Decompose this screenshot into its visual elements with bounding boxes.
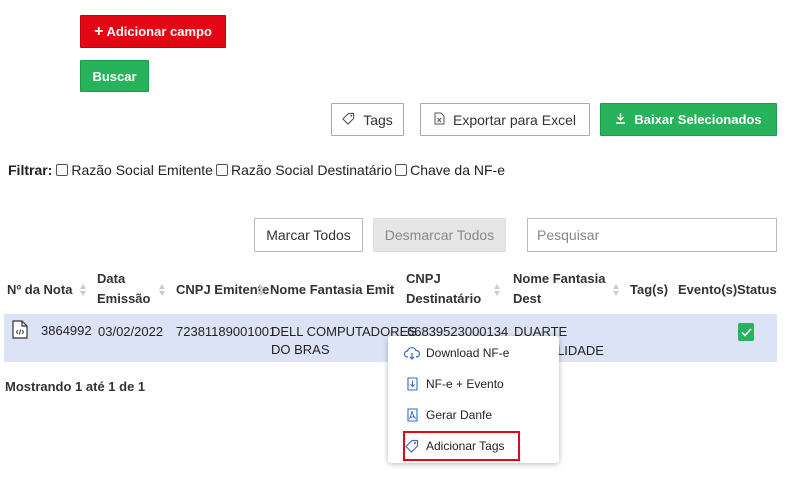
checkbox-razao-destinatario[interactable] xyxy=(215,164,228,176)
header-data-line2[interactable]: Emissão xyxy=(97,288,150,310)
sort-icon[interactable] xyxy=(159,283,166,297)
filter-row: Filtrar: Razão Social Emitente Razão Soc… xyxy=(8,160,507,180)
header-cnpj-dest-line2[interactable]: Destinatário xyxy=(406,288,481,310)
sort-icon[interactable] xyxy=(613,283,620,297)
header-cnpj-dest-line1[interactable]: CNPJ xyxy=(406,268,441,290)
filter-option-label: Razão Social Emitente xyxy=(71,162,213,178)
header-numero[interactable]: Nº da Nota xyxy=(7,279,72,301)
header-nome-dest-line1[interactable]: Nome Fantasia xyxy=(513,268,605,290)
tags-button[interactable]: Tags xyxy=(331,103,404,136)
header-eventos[interactable]: Evento(s) xyxy=(678,279,737,301)
search-button[interactable]: Buscar xyxy=(80,60,149,92)
pdf-icon xyxy=(404,407,420,423)
sort-icon[interactable] xyxy=(494,283,501,297)
cell-nome-dest-line2: LIDADE xyxy=(557,343,604,358)
header-status[interactable]: Status xyxy=(737,279,777,301)
menu-item-label: Download NF-e xyxy=(426,346,510,360)
cell-numero: 3864992 xyxy=(41,323,92,338)
download-selected-button[interactable]: Baixar Selecionados xyxy=(600,103,777,136)
menu-item-label: Adicionar Tags xyxy=(426,439,505,453)
filter-option-label: Chave da NF-e xyxy=(410,162,506,178)
cell-cnpj-emitente: 72381189001001 xyxy=(176,324,277,339)
header-tags[interactable]: Tag(s) xyxy=(630,279,668,301)
status-ok-icon xyxy=(738,323,754,341)
menu-item-adicionar-tags[interactable]: Adicionar Tags xyxy=(388,432,559,460)
header-cnpj-emitente[interactable]: CNPJ Emitente xyxy=(176,279,269,301)
menu-item-download-nfe[interactable]: Download NF-e xyxy=(388,339,559,367)
plus-icon: + xyxy=(94,22,104,40)
export-excel-label: Exportar para Excel xyxy=(453,111,576,128)
header-data-line1[interactable]: Data xyxy=(97,268,125,290)
menu-item-label: Gerar Danfe xyxy=(426,408,493,422)
search-input[interactable] xyxy=(527,218,777,252)
export-excel-button[interactable]: Exportar para Excel xyxy=(420,103,590,136)
filter-option-label: Razão Social Destinatário xyxy=(230,162,393,178)
add-field-label: Adicionar campo xyxy=(106,24,212,39)
sort-icon[interactable] xyxy=(80,283,87,297)
cell-nome-emitente-line2: DO BRAS xyxy=(271,342,330,357)
menu-item-label: NF-e + Evento xyxy=(426,377,504,391)
deselect-all-button[interactable]: Desmarcar Todos xyxy=(373,218,506,252)
menu-item-nfe-evento[interactable]: NF-e + Evento xyxy=(388,370,559,398)
sort-icon[interactable] xyxy=(258,283,265,297)
xml-file-icon[interactable] xyxy=(12,320,28,339)
search-button-label: Buscar xyxy=(92,68,137,84)
checkbox-chave-nfe[interactable] xyxy=(395,164,408,176)
filter-label: Filtrar: xyxy=(8,162,53,178)
add-field-button[interactable]: + Adicionar campo xyxy=(80,15,226,48)
select-all-button[interactable]: Marcar Todos xyxy=(254,218,363,252)
document-download-icon xyxy=(404,376,420,392)
header-nome-dest-line2[interactable]: Dest xyxy=(513,288,541,310)
tags-button-label: Tags xyxy=(363,111,393,128)
excel-icon xyxy=(434,112,445,128)
header-nome-emitente[interactable]: Nome Fantasia Emit xyxy=(270,279,394,301)
cell-data: 03/02/2022 xyxy=(98,324,164,339)
checkbox-razao-emitente[interactable] xyxy=(56,164,69,176)
pagination-info: Mostrando 1 até 1 de 1 xyxy=(5,379,146,394)
download-icon xyxy=(615,112,626,127)
row-context-menu: Download NF-e NF-e + Evento Gerar Danfe … xyxy=(388,336,559,463)
cloud-download-icon xyxy=(404,345,420,361)
deselect-all-label: Desmarcar Todos xyxy=(384,227,495,243)
download-selected-label: Baixar Selecionados xyxy=(634,112,762,127)
tag-icon xyxy=(342,112,355,128)
menu-item-gerar-danfe[interactable]: Gerar Danfe xyxy=(388,401,559,429)
select-all-label: Marcar Todos xyxy=(266,227,351,243)
tag-icon xyxy=(404,438,420,454)
